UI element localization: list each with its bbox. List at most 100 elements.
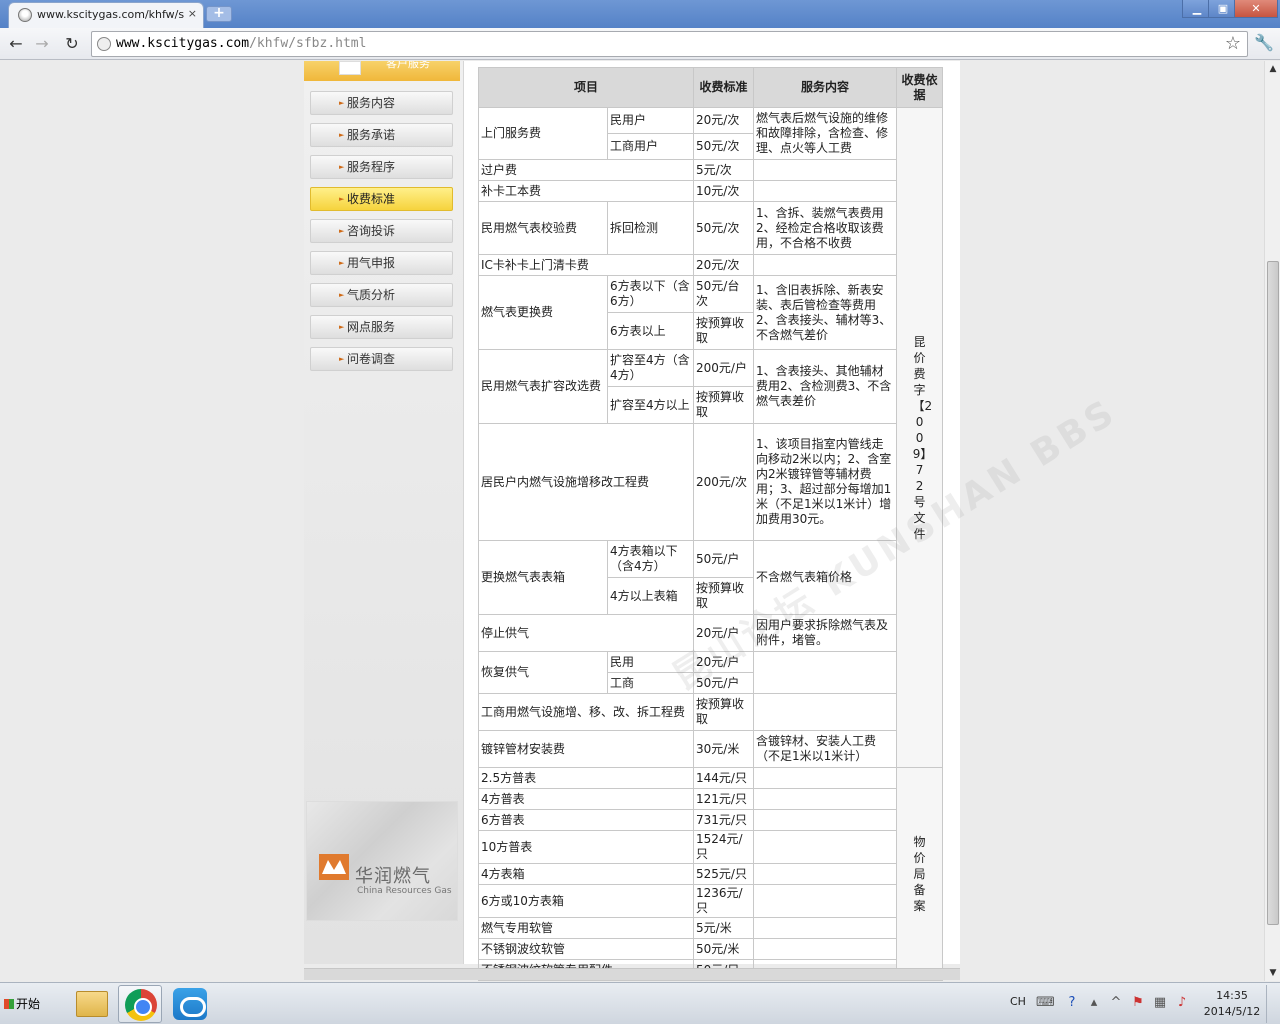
cell-price: 50元/次 (693, 201, 755, 255)
cell-item: 停止供气 (477, 614, 695, 652)
sidebar-item-gas-application[interactable]: ► 用气申报 (310, 251, 453, 275)
cell-item: 民用燃气表扩容改选费 (478, 349, 608, 424)
cell-item: 工商用燃气设施增、移、改、拆工程费 (477, 693, 695, 731)
cell-content (753, 767, 898, 789)
wrench-icon[interactable]: 🔧 (1254, 33, 1274, 52)
sidebar-item-service-procedure[interactable]: ► 服务程序 (310, 155, 453, 179)
cell-item: 4方表箱 (477, 863, 695, 885)
taskbar-explorer[interactable] (70, 985, 114, 1023)
taskbar-baidu-cloud[interactable] (168, 985, 212, 1023)
vertical-scrollbar[interactable]: ▲ ▼ (1264, 61, 1280, 981)
forward-arrow-icon[interactable]: → (30, 32, 54, 56)
arrow-right-icon: ► (339, 355, 345, 363)
cell-sub: 民用户 (606, 107, 695, 134)
cell-sub: 工商 (606, 672, 695, 694)
cell-price: 50元/户 (693, 540, 755, 578)
cell-price: 1524元/只 (693, 830, 755, 864)
new-tab-button[interactable]: + (206, 6, 232, 22)
cell-price: 200元/次 (693, 423, 755, 541)
cell-sub: 4方以上表箱 (606, 577, 695, 615)
cell-item: 6方或10方表箱 (477, 884, 695, 918)
cell-content (753, 863, 898, 885)
cell-price: 按预算收取 (693, 577, 755, 615)
start-button[interactable]: 开始 (2, 991, 50, 1017)
close-icon[interactable]: × (188, 7, 197, 20)
company-logo: 华润燃气 China Resources Gas (306, 801, 458, 921)
chrome-icon (125, 989, 157, 1021)
cell-item: 上门服务费 (478, 107, 608, 160)
table-row: 居民户内燃气设施增移改工程费 200元/次 1、该项目指室内管线走向移动2米以内… (477, 423, 943, 541)
cell-content: 不含燃气表箱价格 (753, 540, 898, 615)
back-arrow-icon[interactable]: ← (4, 32, 28, 56)
cell-price: 731元/只 (693, 809, 755, 831)
help-icon[interactable]: ? (1064, 995, 1080, 1011)
arrow-right-icon: ► (339, 99, 345, 107)
sidebar-item-gas-quality[interactable]: ► 气质分析 (310, 283, 453, 307)
flag-warning-icon[interactable]: ⚑ (1130, 995, 1146, 1011)
cell-content: 1、含旧表拆除、新表安装、表后管检查等费用2、含表接头、辅材等3、不含燃气差价 (753, 275, 898, 350)
tray-expand-icon[interactable]: ▴ (1086, 995, 1102, 1011)
reload-icon[interactable]: ↻ (60, 32, 84, 56)
cell-sub: 6方表以下（含6方） (606, 275, 695, 313)
cell-price: 20元/户 (693, 614, 755, 652)
tab-title: www.kscitygas.com/khfw/s (37, 8, 185, 21)
clock-time[interactable]: 14:35 (1205, 989, 1259, 1002)
show-desktop-button[interactable] (1266, 985, 1278, 1023)
sidebar-item-service-promise[interactable]: ► 服务承诺 (310, 123, 453, 147)
cell-content (753, 180, 898, 202)
cell-price: 10元/次 (693, 180, 755, 202)
header-basis: 收费依据 (896, 67, 944, 108)
cell-basis: 物价局备案 (896, 767, 944, 981)
flame-logo-icon (319, 854, 349, 880)
cell-content (753, 159, 898, 181)
cell-item: 10方普表 (477, 830, 695, 864)
browser-tab[interactable]: www.kscitygas.com/khfw/s × (8, 2, 204, 28)
sidebar-item-survey[interactable]: ► 问卷调查 (310, 347, 453, 371)
language-indicator[interactable]: CH (1010, 995, 1026, 1008)
globe-icon (18, 8, 32, 22)
sidebar-item-service-content[interactable]: ► 服务内容 (310, 91, 453, 115)
table-row: 上门服务费 民用户 20元/次 燃气表后燃气设施的维修和故障排除，含检查、修理、… (478, 107, 944, 768)
table-row: 燃气专用软管 5元/米 (477, 917, 943, 939)
table-row: 过户费 5元/次 (477, 159, 943, 181)
cell-item: 更换燃气表表箱 (478, 540, 608, 615)
cell-price: 50元/次 (693, 133, 755, 160)
taskbar-chrome[interactable] (118, 985, 162, 1023)
table-row: 工商用燃气设施增、移、改、拆工程费 按预算收取 (477, 693, 943, 731)
scrollbar-thumb[interactable] (1267, 261, 1279, 925)
arrow-right-icon: ► (339, 131, 345, 139)
folder-icon (76, 991, 108, 1017)
cell-sub: 扩容至4方（含4方） (606, 349, 695, 387)
cell-sub: 扩容至4方以上 (606, 386, 695, 424)
sidebar-item-consult-complaint[interactable]: ► 咨询投诉 (310, 219, 453, 243)
address-bar[interactable]: www.kscitygas.com/khfw/sfbz.html ☆ (91, 31, 1248, 57)
bookmark-star-icon[interactable]: ☆ (1225, 33, 1241, 54)
cell-item: 6方普表 (477, 809, 695, 831)
cell-price: 5元/米 (693, 917, 755, 939)
sidebar: 客户服务 ► 服务内容 ► 服务承诺 ► 服务程序 ► 收费标准 ► 咨询投诉 ► 用气申报… (304, 61, 464, 964)
table-row: 4方表箱 525元/只 (477, 863, 943, 885)
cell-price: 144元/只 (693, 767, 755, 789)
cell-item: 居民户内燃气设施增移改工程费 (477, 423, 695, 541)
sidebar-item-outlets[interactable]: ► 网点服务 (310, 315, 453, 339)
browser-title-bar: www.kscitygas.com/khfw/s × + ▁ ▣ ✕ (0, 0, 1280, 28)
close-window-button[interactable]: ✕ (1234, 0, 1278, 18)
cell-price: 50元/户 (693, 672, 755, 694)
page-viewport: 客户服务 ► 服务内容 ► 服务承诺 ► 服务程序 ► 收费标准 ► 咨询投诉 ► 用气申报… (0, 61, 1264, 981)
horizontal-scrollbar[interactable] (304, 968, 960, 980)
cell-price: 5元/次 (693, 159, 755, 181)
scroll-up-icon[interactable]: ▲ (1265, 61, 1280, 77)
cell-price: 1236元/只 (693, 884, 755, 918)
table-row: IC卡补卡上门清卡费 20元/次 (477, 254, 943, 276)
url-text[interactable]: www.kscitygas.com/khfw/sfbz.html (116, 36, 366, 51)
table-row: 更换燃气表表箱 4方表箱以下（含4方） 50元/户 不含燃气表箱价格 (478, 540, 943, 615)
scroll-down-icon[interactable]: ▼ (1265, 965, 1280, 981)
volume-muted-icon[interactable]: ♪ (1174, 995, 1190, 1011)
network-icon[interactable]: ▦ (1152, 995, 1168, 1011)
table-row: 恢复供气 民用 20元/户 (478, 651, 943, 694)
keyboard-icon[interactable]: ⌨ (1036, 995, 1055, 1011)
tray-arrow-icon[interactable]: ^ (1108, 995, 1124, 1011)
sidebar-item-fee-standard[interactable]: ► 收费标准 (310, 187, 453, 211)
cell-content (753, 884, 898, 918)
clock-date[interactable]: 2014/5/12 (1200, 1005, 1264, 1018)
